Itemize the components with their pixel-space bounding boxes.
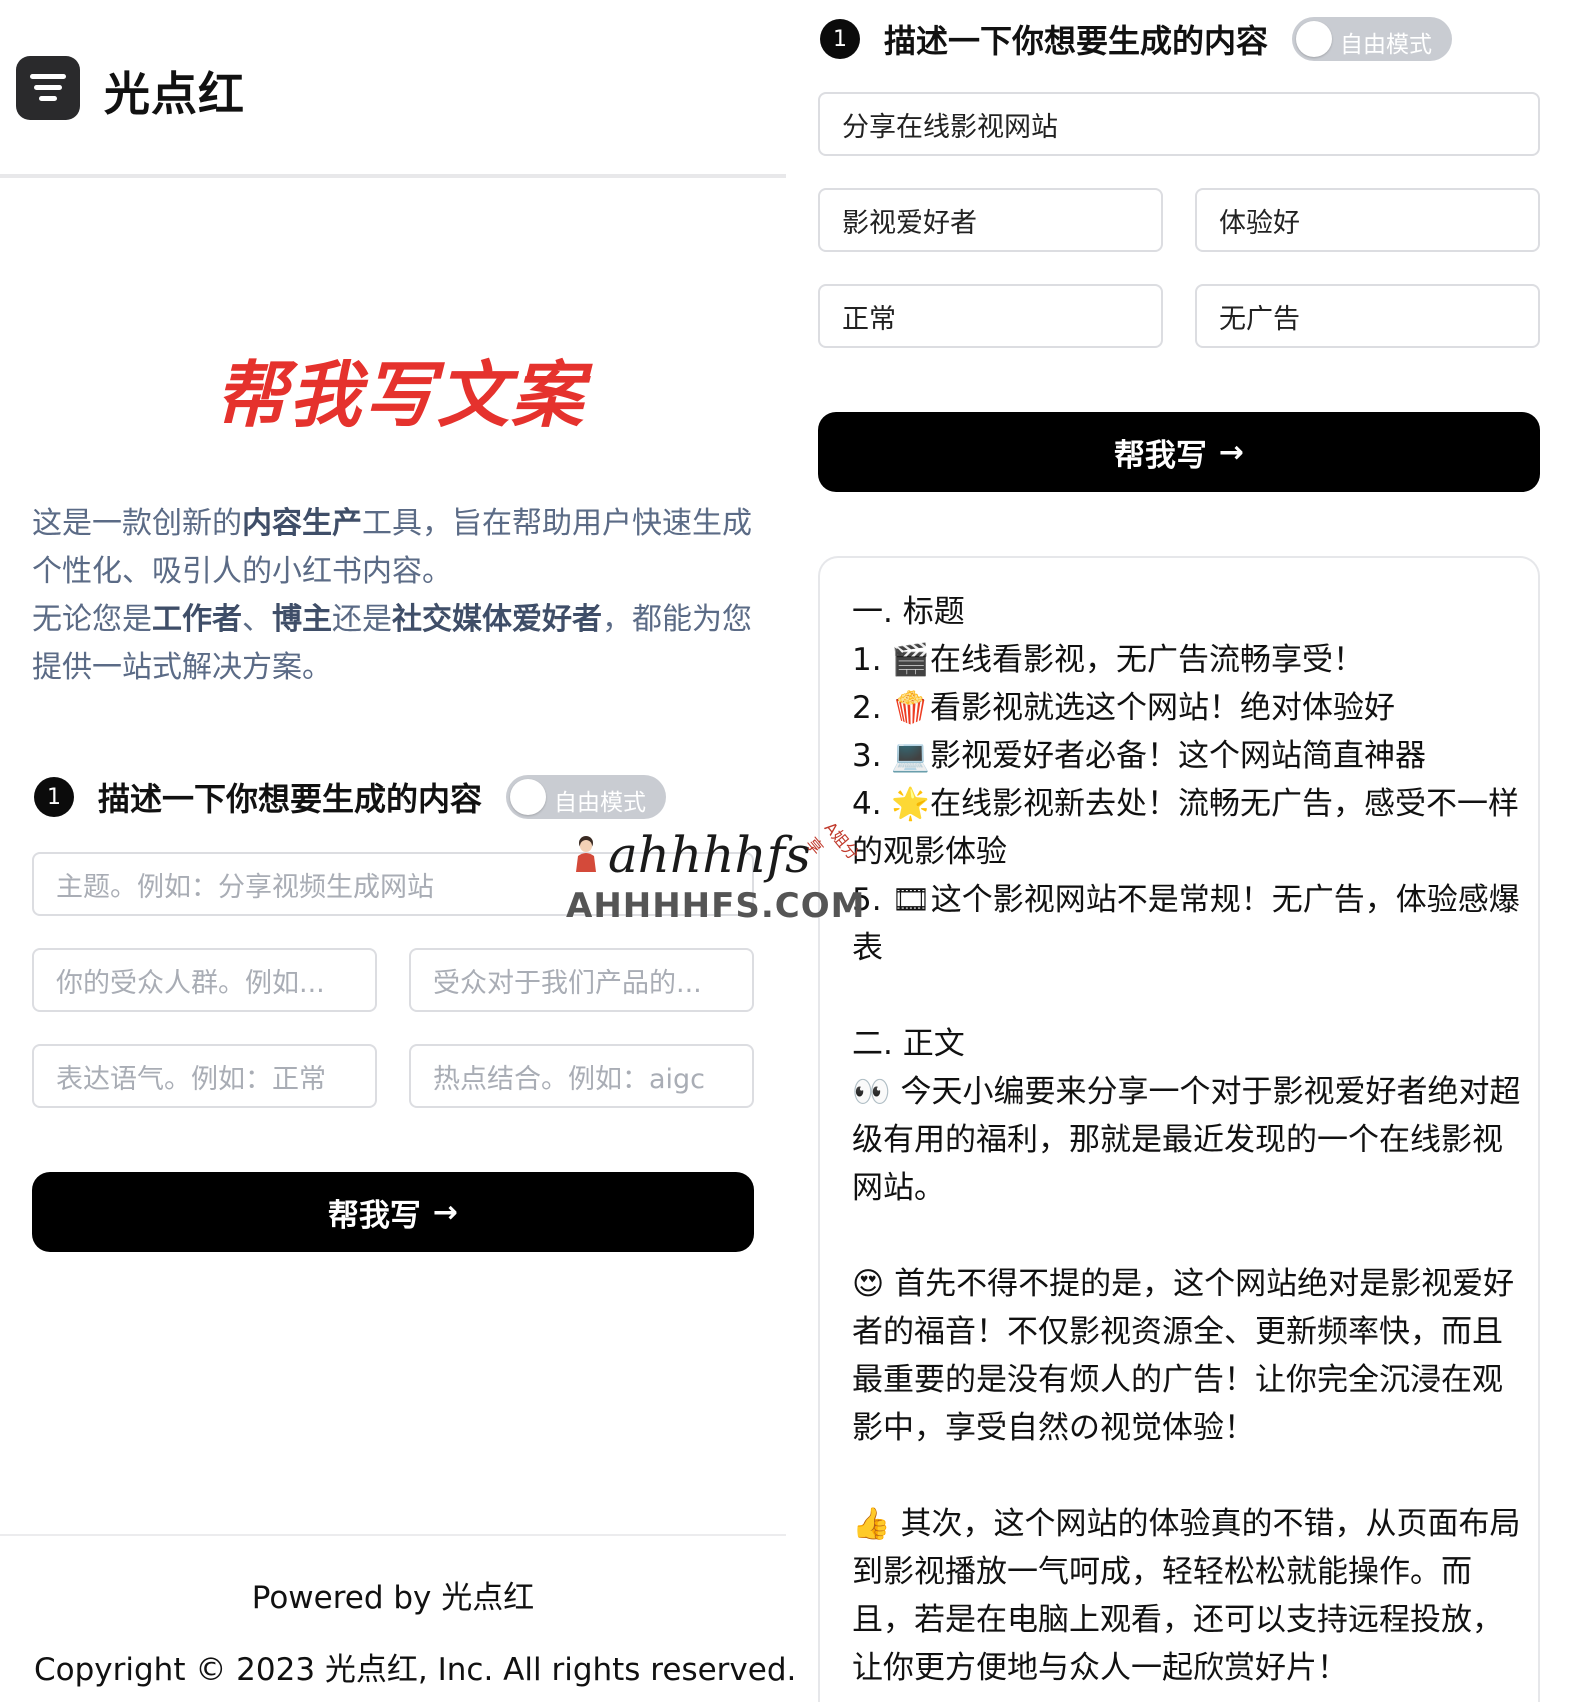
- value-input[interactable]: 体验好: [1195, 188, 1540, 252]
- intro-text-part: 这是一款创新的: [32, 506, 242, 541]
- intro-text-part: 还是: [332, 602, 392, 637]
- intro-highlight: 内容生产: [242, 506, 362, 541]
- app-header: 光点红: [0, 0, 786, 178]
- step-title: 描述一下你想要生成的内容: [98, 780, 483, 818]
- result-heading-title: 一. 标题: [852, 594, 965, 630]
- result-paragraph: 👀 今天小编要来分享一个对于影视爱好者绝对超级有用的福利，那就是最近发现的一个在…: [852, 1074, 1521, 1206]
- write-button-label: 帮我写: [1113, 437, 1207, 474]
- write-button[interactable]: 帮我写 →: [818, 412, 1540, 492]
- intro-highlight: 博主: [272, 602, 332, 637]
- trend-input[interactable]: 无广告: [1195, 284, 1540, 348]
- tone-input[interactable]: 表达语气。例如：正常: [32, 1044, 377, 1108]
- result-title-item: 4. 🌟在线影视新去处！流畅无广告，感受不一样的观影体验: [852, 786, 1520, 870]
- toggle-knob: [1296, 21, 1333, 57]
- write-button[interactable]: 帮我写 →: [32, 1172, 754, 1252]
- intro-text-part: 无论您是: [32, 602, 152, 637]
- step-number-badge: 1: [34, 777, 74, 817]
- powered-by: Powered by 光点红: [251, 1580, 535, 1616]
- topic-input[interactable]: 分享在线影视网站: [818, 92, 1540, 156]
- result-paragraph: 👍 其次，这个网站的体验真的不错，从页面布局到影视播放一气呵成，轻轻松松就能操作…: [852, 1506, 1521, 1686]
- step-number-badge: 1: [820, 19, 860, 59]
- step-title: 描述一下你想要生成的内容: [884, 22, 1269, 60]
- app-name[interactable]: 光点红: [104, 58, 245, 124]
- arrow-right-icon: →: [1218, 434, 1245, 470]
- intro-highlight: 工作者: [152, 602, 242, 637]
- audience-input[interactable]: 影视爱好者: [818, 188, 1163, 252]
- arrow-right-icon: →: [432, 1194, 459, 1230]
- toggle-label: 自由模式: [1340, 32, 1433, 58]
- footer-divider: [0, 1534, 786, 1536]
- tone-input[interactable]: 正常: [818, 284, 1163, 348]
- write-button-label: 帮我写: [327, 1197, 421, 1234]
- audience-input[interactable]: 你的受众人群。例如...: [32, 948, 377, 1012]
- watermark-domain: AHHHHFS.COM: [566, 886, 866, 926]
- toggle-label: 自由模式: [554, 790, 647, 816]
- result-content[interactable]: 一. 标题 1. 🎬在线看影视，无广告流畅享受！ 2. 🍿看影视就选这个网站！绝…: [852, 588, 1522, 1692]
- result-paragraph: 😍 首先不得不提的是，这个网站绝对是影视爱好者的福音！不仅影视资源全、更新频率快…: [852, 1266, 1515, 1446]
- result-heading-body: 二. 正文: [852, 1026, 965, 1062]
- intro-highlight: 社交媒体爱好者: [392, 602, 602, 637]
- result-title-item: 5. 🎞这个影视网站不是常规！无广告，体验感爆表: [852, 882, 1520, 966]
- logo-icon[interactable]: [16, 56, 80, 120]
- intro-text-part: 、: [242, 602, 272, 637]
- result-title-item: 2. 🍿看影视就选这个网站！绝对体验好: [852, 690, 1396, 726]
- intro-text: 这是一款创新的内容生产工具，旨在帮助用户快速生成个性化、吸引人的小红书内容。 无…: [32, 500, 752, 692]
- result-title-item: 3. 💻影视爱好者必备！这个网站简直神器: [852, 738, 1427, 774]
- copyright: Copyright © 2023 光点红, Inc. All rights re…: [34, 1652, 797, 1688]
- watermark-script: ahhhhfs: [608, 826, 811, 884]
- step-header: 1 描述一下你想要生成的内容 自由模式: [820, 16, 1453, 62]
- free-mode-toggle[interactable]: 自由模式: [1292, 17, 1453, 61]
- step-header: 1 描述一下你想要生成的内容 自由模式: [34, 774, 667, 820]
- mascot-icon: [576, 836, 596, 872]
- trend-input[interactable]: 热点结合。例如：aigc: [409, 1044, 754, 1108]
- result-title-item: 1. 🎬在线看影视，无广告流畅享受！: [852, 642, 1365, 678]
- watermark: ahhhhfs AHHHHFS.COM A姐分享: [566, 818, 864, 936]
- free-mode-toggle[interactable]: 自由模式: [506, 775, 667, 819]
- hero-title: 帮我写文案: [214, 353, 585, 437]
- value-input[interactable]: 受众对于我们产品的...: [409, 948, 754, 1012]
- toggle-knob: [510, 779, 547, 815]
